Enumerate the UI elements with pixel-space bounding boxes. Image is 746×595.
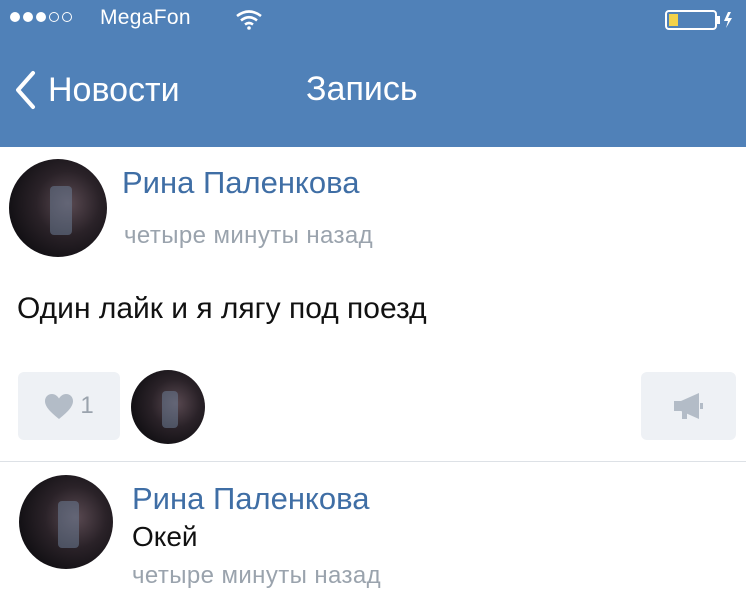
comment-time: четыре минуты назад bbox=[132, 562, 382, 589]
comment-avatar[interactable] bbox=[19, 475, 113, 569]
like-count: 1 bbox=[80, 392, 94, 419]
post-time: четыре минуты назад bbox=[124, 222, 374, 249]
page-title: Запись bbox=[306, 70, 418, 108]
share-button[interactable] bbox=[641, 372, 736, 440]
liker-avatar[interactable] bbox=[131, 370, 205, 444]
wifi-icon bbox=[236, 10, 262, 30]
megaphone-icon bbox=[673, 393, 703, 419]
status-bar: MegaFon bbox=[0, 0, 746, 40]
like-button[interactable]: 1 bbox=[18, 372, 120, 440]
post-author[interactable]: Рина Паленкова bbox=[122, 165, 359, 201]
back-button[interactable]: Новости bbox=[14, 70, 180, 110]
chevron-left-icon bbox=[16, 71, 35, 109]
signal-dots-icon bbox=[10, 12, 72, 22]
comment-text: Окей bbox=[132, 521, 198, 552]
heart-icon bbox=[45, 393, 74, 419]
post-text: Один лайк и я лягу под поезд bbox=[17, 292, 427, 325]
carrier-name: MegaFon bbox=[100, 6, 191, 29]
divider bbox=[0, 461, 746, 462]
navigation-bar: Новости Запись bbox=[0, 62, 746, 132]
comment-author[interactable]: Рина Паленкова bbox=[132, 481, 369, 517]
battery-icon bbox=[665, 10, 732, 30]
avatar[interactable] bbox=[9, 159, 107, 257]
back-label: Новости bbox=[48, 70, 180, 109]
top-bar: MegaFon Новости Запись bbox=[0, 0, 746, 147]
